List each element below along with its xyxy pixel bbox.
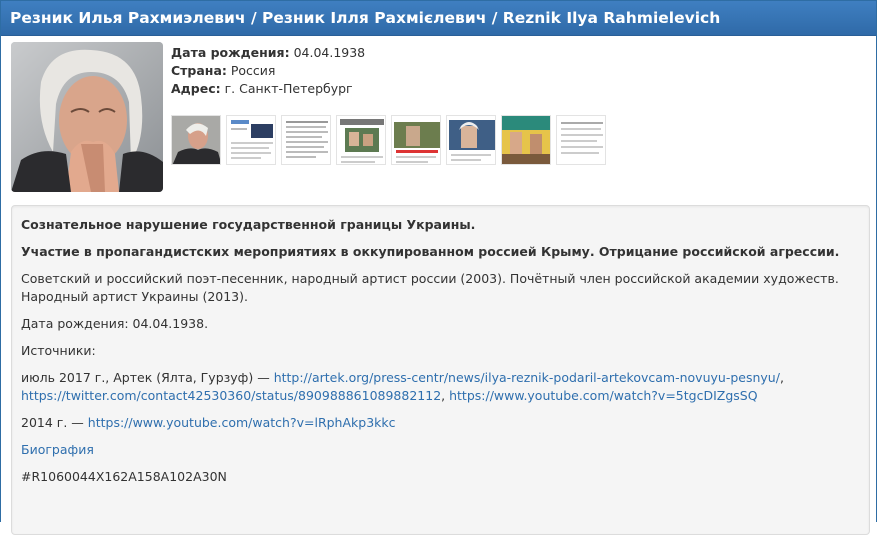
person-info: Дата рождения: 04.04.1938 Страна: Россия… [171,44,365,98]
record-id: #R1060044X162A158A102A30N [21,469,227,484]
source-entry-2017: июль 2017 г., Артек (Ялта, Гурзуф) — htt… [21,370,784,403]
source-entry-2014: 2014 г. — https://www.youtube.com/watch?… [21,415,396,430]
address-value: г. Санкт-Петербург [224,81,353,96]
biography-summary: Советский и российский поэт-песенник, на… [21,271,839,304]
source-link-artek[interactable]: http://artek.org/press-centr/news/ilya-r… [274,370,780,385]
birth-date-row: Дата рождения: 04.04.1938 [171,45,366,60]
gallery-thumbnail[interactable] [226,115,276,165]
address-row: Адрес: г. Санкт-Петербург [171,81,353,96]
person-summary: Дата рождения: 04.04.1938 Страна: Россия… [1,36,876,194]
birth-date-line: Дата рождения: 04.04.1938. [21,316,209,331]
gallery-thumbnail[interactable] [391,115,441,165]
country-row: Страна: Россия [171,63,276,78]
biography-link[interactable]: Биография [21,442,94,457]
gallery-thumbnail[interactable] [171,115,221,165]
gallery-thumbnail[interactable] [501,115,551,165]
charge-border-violation: Сознательное нарушение государственной г… [21,217,476,232]
source-link-twitter[interactable]: https://twitter.com/contact42530360/stat… [21,388,441,403]
person-card: Резник Илья Рахмиэлевич / Резник Ілля Ра… [0,0,877,535]
description-panel: Сознательное нарушение государственной г… [11,205,870,535]
gallery-thumbnail[interactable] [446,115,496,165]
source-link-youtube-2014[interactable]: https://www.youtube.com/watch?v=lRphAkp3… [88,415,396,430]
gallery-thumbnail[interactable] [556,115,606,165]
charge-propaganda: Участие в пропагандистских мероприятиях … [21,244,840,259]
source-link-youtube-2017[interactable]: https://www.youtube.com/watch?v=5tgcDIZg… [449,388,757,403]
person-name-header: Резник Илья Рахмиэлевич / Резник Ілля Ра… [1,1,876,36]
sources-label: Источники: [21,343,96,358]
biography-link-row: Биография [21,441,859,459]
country-value: Россия [230,63,276,78]
person-portrait[interactable] [11,42,163,192]
gallery-thumbnail[interactable] [281,115,331,165]
birth-date-value: 04.04.1938 [293,45,366,60]
gallery-thumbnail[interactable] [336,115,386,165]
